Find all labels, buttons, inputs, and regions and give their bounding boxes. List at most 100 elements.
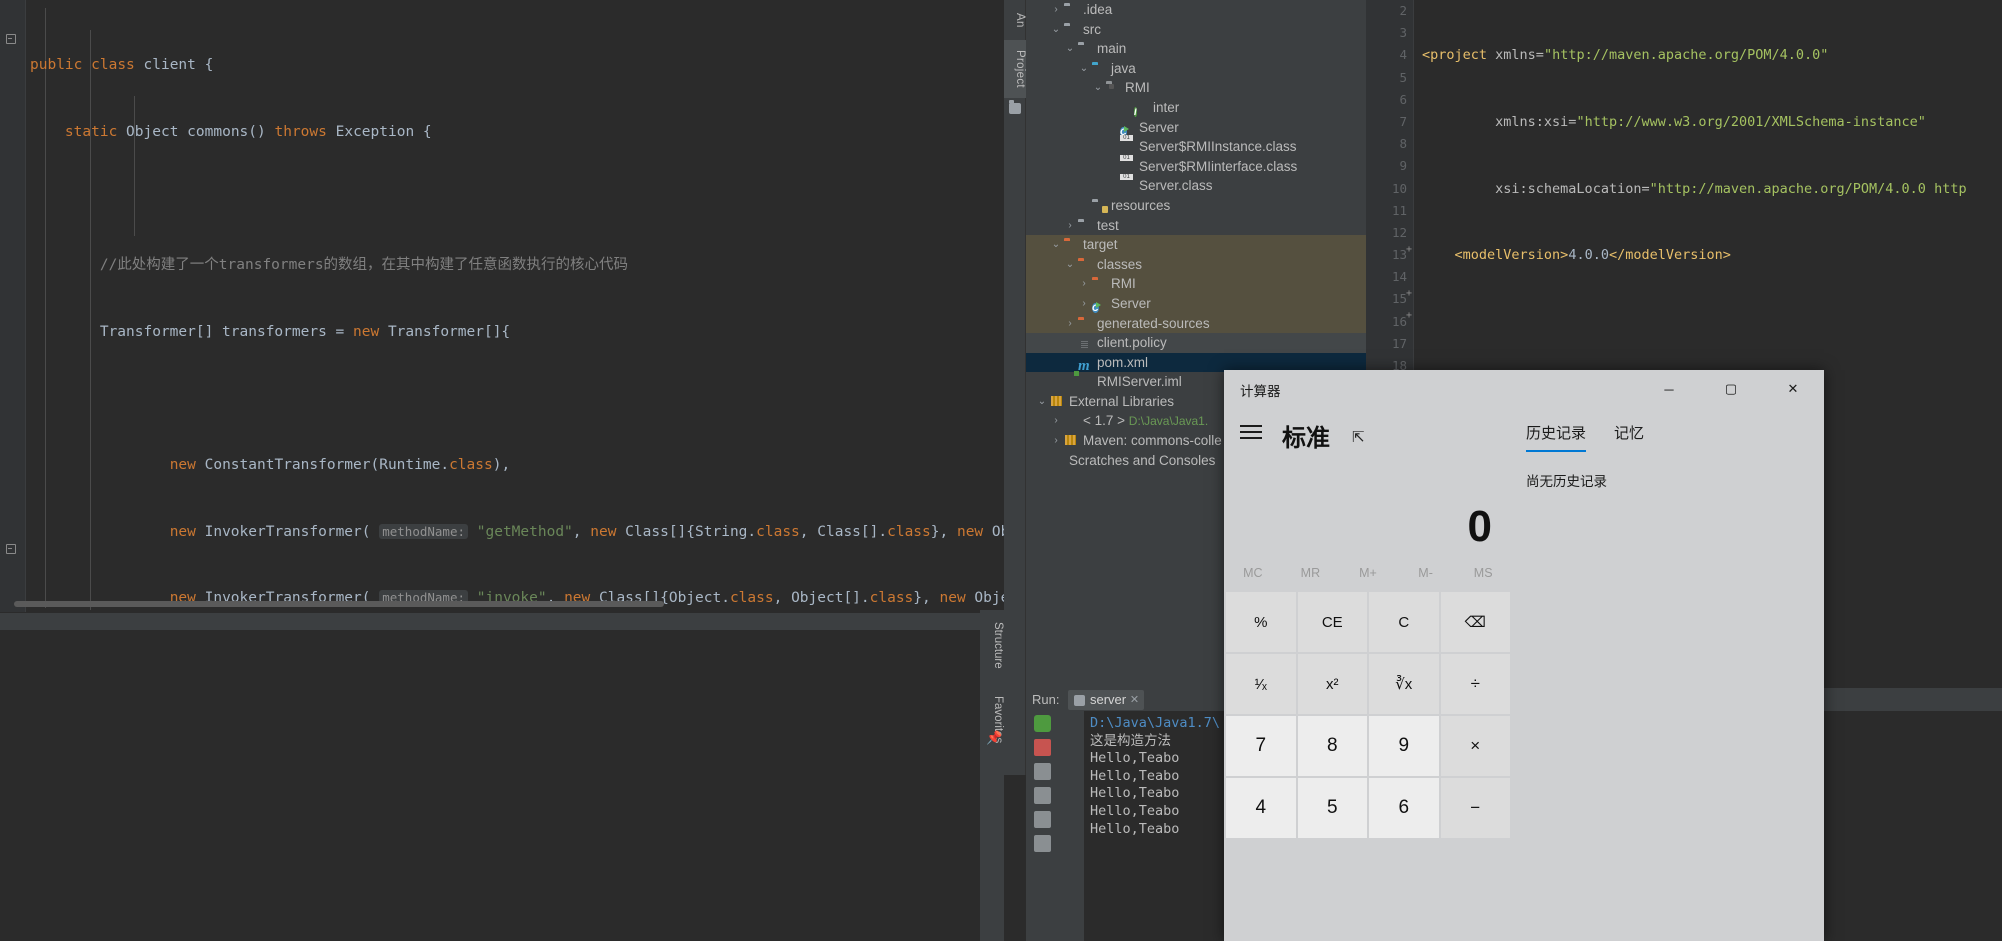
- scratch-icon: [1050, 454, 1065, 467]
- chevron-icon[interactable]: ⌄: [1064, 255, 1076, 275]
- class-icon: C: [1092, 302, 1099, 313]
- tree-item-client-policy[interactable]: client.policy: [1026, 333, 1366, 353]
- calc-key-op[interactable]: ÷: [1440, 654, 1510, 714]
- pom-xml-editor[interactable]: 2 3 4 5 6 7 8 9 10 11 12 13 14 15 16 17 18 <project xmln…: [1366, 0, 2002, 380]
- chevron-icon[interactable]: ⌄: [1036, 392, 1048, 412]
- tree-item-target[interactable]: ⌄ target: [1026, 235, 1366, 255]
- tree-item-server-rmiinterface-class[interactable]: Server$RMIinterface.class: [1026, 157, 1366, 177]
- run-toolbar-left2[interactable]: ↑ ↓ ≡: [1060, 711, 1109, 941]
- calc-key-fn[interactable]: ⌫: [1440, 592, 1510, 652]
- calc-key-op[interactable]: −: [1440, 778, 1510, 838]
- calc-key-4[interactable]: 4: [1226, 778, 1296, 838]
- chevron-icon[interactable]: ›: [1078, 294, 1090, 314]
- tree-item-server-rmiinstance-class[interactable]: Server$RMIInstance.class: [1026, 137, 1366, 157]
- camera-icon[interactable]: [1034, 763, 1051, 780]
- close-icon[interactable]: ✕: [1130, 690, 1139, 710]
- xml-gutter[interactable]: 2 3 4 5 6 7 8 9 10 11 12 13 14 15 16 17 18: [1366, 0, 1414, 380]
- editor-horizontal-scrollbar[interactable]: [14, 601, 664, 607]
- tree-item-resources[interactable]: resources: [1026, 196, 1366, 216]
- minimize-button[interactable]: ─: [1638, 370, 1700, 408]
- hamburger-icon[interactable]: [1240, 425, 1262, 440]
- filter-icon[interactable]: [1034, 787, 1051, 804]
- run-toolbar-left[interactable]: [1026, 711, 1060, 941]
- tree-item-inter[interactable]: Iinter: [1026, 98, 1366, 118]
- xml-fold-marker[interactable]: [1406, 246, 1414, 254]
- history-tabs[interactable]: 历史记录 记忆: [1526, 422, 1672, 452]
- fold-marker[interactable]: [4, 33, 16, 45]
- chevron-icon[interactable]: ⌄: [1092, 78, 1104, 98]
- calc-key-ce[interactable]: CE: [1297, 592, 1367, 652]
- code-editor[interactable]: public class client { static Object comm…: [0, 0, 1022, 775]
- calc-key-9[interactable]: 9: [1369, 716, 1439, 776]
- run-label: Run:: [1032, 692, 1060, 707]
- tree-item-main[interactable]: ⌄ main: [1026, 39, 1366, 59]
- chevron-icon[interactable]: ›: [1064, 216, 1076, 236]
- tree-item-rmi[interactable]: › RMI: [1026, 274, 1366, 294]
- calc-tab-history[interactable]: 历史记录: [1526, 422, 1587, 452]
- chevron-icon[interactable]: ⌄: [1078, 59, 1090, 79]
- memory-buttons-row[interactable]: MC MR M+ M- MS: [1224, 556, 1512, 590]
- calc-tab-memory[interactable]: 记忆: [1614, 422, 1644, 450]
- maximize-button[interactable]: ▢: [1700, 370, 1762, 408]
- calculator-window[interactable]: 计算器 ─ ▢ ✕ 标准 ⇱ 0 MC MR M+ M- MS % CE C ⌫ ¹⁄ₓ x² ∛x…: [1224, 370, 1824, 941]
- interface-icon: I: [1134, 106, 1137, 117]
- calc-key-6[interactable]: 6: [1369, 778, 1439, 838]
- calc-key-5[interactable]: 5: [1297, 778, 1367, 838]
- tree-item-classes[interactable]: ⌄ classes: [1026, 254, 1366, 275]
- memory-button-mr[interactable]: MR: [1282, 556, 1340, 590]
- stripe-item-project[interactable]: Project: [1004, 40, 1026, 98]
- calculator-keypad[interactable]: % CE C ⌫ ¹⁄ₓ x² ∛x ÷ 7 8 9 × 4 5 6−: [1224, 592, 1512, 941]
- tree-item-java[interactable]: ⌄ java: [1026, 59, 1366, 79]
- classfile-icon: [1120, 160, 1135, 173]
- line-number: 2: [1399, 3, 1407, 18]
- calc-key-fn[interactable]: %: [1226, 592, 1296, 652]
- trash-icon[interactable]: [1034, 835, 1051, 852]
- print-icon[interactable]: [1034, 811, 1051, 828]
- chevron-icon[interactable]: ⌄: [1050, 20, 1062, 40]
- right-tool-stripe[interactable]: Structure Favorites 📌: [980, 610, 1004, 941]
- pin-icon[interactable]: 📌: [986, 730, 1002, 746]
- tree-item-server-class[interactable]: Server.class: [1026, 176, 1366, 196]
- left-tool-stripe[interactable]: An Project: [1004, 0, 1026, 775]
- tree-item-src[interactable]: ⌄ src: [1026, 20, 1366, 40]
- tree-item-rmi[interactable]: ⌄ RMI: [1026, 78, 1366, 98]
- chevron-icon[interactable]: ›: [1050, 0, 1062, 20]
- tree-item-server[interactable]: C Server: [1026, 118, 1366, 138]
- fold-marker[interactable]: [4, 543, 16, 555]
- xml-fold-marker[interactable]: [1406, 290, 1414, 298]
- calc-key-7[interactable]: 7: [1226, 716, 1296, 776]
- keep-on-top-icon[interactable]: ⇱: [1352, 428, 1365, 446]
- tree-item-generated-sources[interactable]: › generated-sources: [1026, 313, 1366, 334]
- memory-button-mc[interactable]: MC: [1224, 556, 1282, 590]
- calc-key-op[interactable]: ×: [1440, 716, 1510, 776]
- memory-button-ms[interactable]: MS: [1454, 556, 1512, 590]
- tree-item-server[interactable]: › C Server: [1026, 293, 1366, 314]
- line-number: 3: [1399, 25, 1407, 41]
- folder-icon: [1078, 219, 1093, 232]
- chevron-icon[interactable]: ›: [1050, 411, 1062, 431]
- line-number: 5: [1399, 69, 1407, 85]
- xml-fold-marker[interactable]: [1406, 312, 1414, 320]
- memory-button-m[interactable]: M+: [1339, 556, 1397, 590]
- calc-key-8[interactable]: 8: [1297, 716, 1367, 776]
- chevron-icon[interactable]: ›: [1050, 431, 1062, 451]
- chevron-icon[interactable]: ›: [1078, 274, 1090, 294]
- calc-key-fn[interactable]: ¹⁄ₓ: [1226, 654, 1296, 714]
- rerun-icon[interactable]: [1034, 715, 1051, 732]
- memory-button-m[interactable]: M-: [1397, 556, 1455, 590]
- stripe-analyze[interactable]: An: [1004, 0, 1026, 40]
- stripe-item-structure[interactable]: Structure: [980, 616, 1004, 675]
- calc-key-x[interactable]: ∛x: [1369, 654, 1439, 714]
- chevron-icon[interactable]: ⌄: [1064, 39, 1076, 59]
- window-controls[interactable]: ─ ▢ ✕: [1638, 370, 1824, 408]
- close-button[interactable]: ✕: [1762, 370, 1824, 408]
- chevron-icon[interactable]: ⌄: [1050, 235, 1062, 255]
- calc-key-x[interactable]: x²: [1297, 654, 1367, 714]
- calc-key-c[interactable]: C: [1369, 592, 1439, 652]
- chevron-icon[interactable]: ›: [1064, 314, 1076, 334]
- tree-item-test[interactable]: › test: [1026, 216, 1366, 236]
- folder-org-icon: [1078, 317, 1093, 330]
- tree-item-idea[interactable]: › .idea: [1026, 0, 1366, 20]
- run-tab-server[interactable]: server ✕: [1068, 690, 1145, 710]
- stop-icon[interactable]: [1034, 739, 1051, 756]
